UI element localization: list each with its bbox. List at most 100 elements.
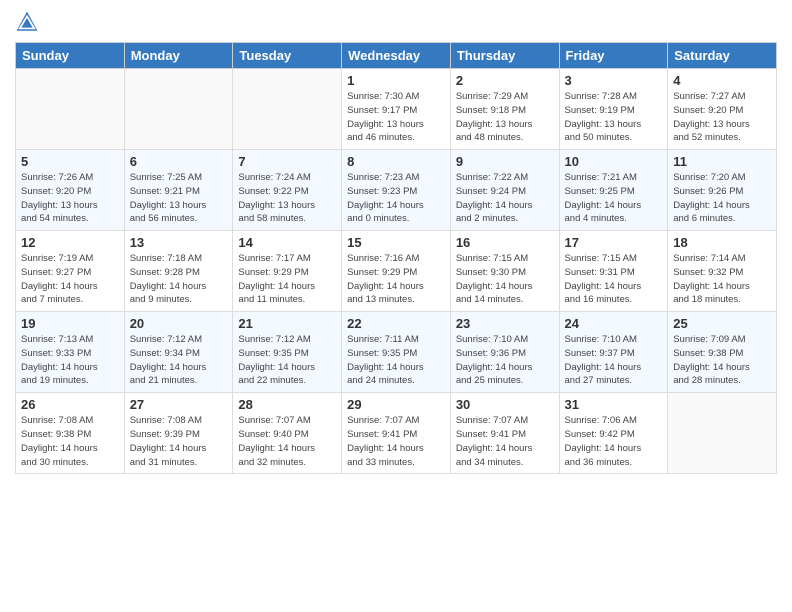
day-info: Sunrise: 7:07 AM Sunset: 9:40 PM Dayligh… (238, 414, 336, 469)
day-info: Sunrise: 7:10 AM Sunset: 9:37 PM Dayligh… (565, 333, 663, 388)
day-number: 1 (347, 73, 445, 88)
day-number: 8 (347, 154, 445, 169)
page: SundayMondayTuesdayWednesdayThursdayFrid… (0, 0, 792, 612)
day-number: 23 (456, 316, 554, 331)
calendar-cell (16, 69, 125, 150)
day-info: Sunrise: 7:20 AM Sunset: 9:26 PM Dayligh… (673, 171, 771, 226)
day-number: 25 (673, 316, 771, 331)
calendar-cell (233, 69, 342, 150)
day-number: 10 (565, 154, 663, 169)
calendar-cell (124, 69, 233, 150)
day-number: 26 (21, 397, 119, 412)
calendar-cell: 9 Sunrise: 7:22 AM Sunset: 9:24 PM Daylig… (450, 150, 559, 231)
calendar-cell: 22 Sunrise: 7:11 AM Sunset: 9:35 PM Dayli… (342, 312, 451, 393)
calendar-cell: 20Sunrise: 7:12 AM Sunset: 9:34 PM Dayli… (124, 312, 233, 393)
day-info: Sunrise: 7:12 AM Sunset: 9:35 PM Dayligh… (238, 333, 336, 388)
day-number: 2 (456, 73, 554, 88)
day-info: Sunrise: 7:25 AM Sunset: 9:21 PM Dayligh… (130, 171, 228, 226)
calendar-week-row: 26Sunrise: 7:08 AM Sunset: 9:38 PM Dayli… (16, 393, 777, 474)
calendar-week-row: 12 Sunrise: 7:19 AM Sunset: 9:27 PM Dayli… (16, 231, 777, 312)
day-number: 28 (238, 397, 336, 412)
calendar-cell: 4 Sunrise: 7:27 AM Sunset: 9:20 PM Daylig… (668, 69, 777, 150)
day-info: Sunrise: 7:15 AM Sunset: 9:31 PM Dayligh… (565, 252, 663, 307)
day-number: 12 (21, 235, 119, 250)
day-info: Sunrise: 7:26 AM Sunset: 9:20 PM Dayligh… (21, 171, 119, 226)
calendar-cell: 2Sunrise: 7:29 AM Sunset: 9:18 PM Daylig… (450, 69, 559, 150)
day-info: Sunrise: 7:11 AM Sunset: 9:35 PM Dayligh… (347, 333, 445, 388)
calendar-week-row: 5 Sunrise: 7:26 AM Sunset: 9:20 PM Daylig… (16, 150, 777, 231)
day-number: 5 (21, 154, 119, 169)
day-info: Sunrise: 7:08 AM Sunset: 9:39 PM Dayligh… (130, 414, 228, 469)
calendar-cell: 29 Sunrise: 7:07 AM Sunset: 9:41 PM Dayli… (342, 393, 451, 474)
calendar-cell: 7Sunrise: 7:24 AM Sunset: 9:22 PM Daylig… (233, 150, 342, 231)
calendar-cell: 21 Sunrise: 7:12 AM Sunset: 9:35 PM Dayli… (233, 312, 342, 393)
day-number: 31 (565, 397, 663, 412)
day-number: 9 (456, 154, 554, 169)
day-info: Sunrise: 7:15 AM Sunset: 9:30 PM Dayligh… (456, 252, 554, 307)
calendar-cell: 27Sunrise: 7:08 AM Sunset: 9:39 PM Dayli… (124, 393, 233, 474)
calendar-cell: 24 Sunrise: 7:10 AM Sunset: 9:37 PM Dayli… (559, 312, 668, 393)
calendar-cell: 16 Sunrise: 7:15 AM Sunset: 9:30 PM Dayli… (450, 231, 559, 312)
day-info: Sunrise: 7:27 AM Sunset: 9:20 PM Dayligh… (673, 90, 771, 145)
header (15, 10, 777, 34)
calendar-cell: 6 Sunrise: 7:25 AM Sunset: 9:21 PM Daylig… (124, 150, 233, 231)
calendar-cell (668, 393, 777, 474)
weekday-header-tuesday: Tuesday (233, 43, 342, 69)
day-info: Sunrise: 7:06 AM Sunset: 9:42 PM Dayligh… (565, 414, 663, 469)
day-number: 19 (21, 316, 119, 331)
day-info: Sunrise: 7:18 AM Sunset: 9:28 PM Dayligh… (130, 252, 228, 307)
calendar-cell: 25Sunrise: 7:09 AM Sunset: 9:38 PM Dayli… (668, 312, 777, 393)
day-number: 15 (347, 235, 445, 250)
weekday-header-friday: Friday (559, 43, 668, 69)
day-number: 4 (673, 73, 771, 88)
day-info: Sunrise: 7:28 AM Sunset: 9:19 PM Dayligh… (565, 90, 663, 145)
calendar-cell: 15Sunrise: 7:16 AM Sunset: 9:29 PM Dayli… (342, 231, 451, 312)
day-number: 29 (347, 397, 445, 412)
day-number: 16 (456, 235, 554, 250)
day-number: 22 (347, 316, 445, 331)
weekday-header-thursday: Thursday (450, 43, 559, 69)
calendar-cell: 30 Sunrise: 7:07 AM Sunset: 9:41 PM Dayli… (450, 393, 559, 474)
day-info: Sunrise: 7:07 AM Sunset: 9:41 PM Dayligh… (347, 414, 445, 469)
day-number: 11 (673, 154, 771, 169)
day-info: Sunrise: 7:30 AM Sunset: 9:17 PM Dayligh… (347, 90, 445, 145)
calendar-cell: 5 Sunrise: 7:26 AM Sunset: 9:20 PM Daylig… (16, 150, 125, 231)
calendar-cell: 8 Sunrise: 7:23 AM Sunset: 9:23 PM Daylig… (342, 150, 451, 231)
day-info: Sunrise: 7:14 AM Sunset: 9:32 PM Dayligh… (673, 252, 771, 307)
calendar-week-row: 1 Sunrise: 7:30 AM Sunset: 9:17 PM Daylig… (16, 69, 777, 150)
weekday-header-monday: Monday (124, 43, 233, 69)
calendar-cell: 11 Sunrise: 7:20 AM Sunset: 9:26 PM Dayli… (668, 150, 777, 231)
calendar-cell: 19Sunrise: 7:13 AM Sunset: 9:33 PM Dayli… (16, 312, 125, 393)
calendar-cell: 18 Sunrise: 7:14 AM Sunset: 9:32 PM Dayli… (668, 231, 777, 312)
weekday-header-row: SundayMondayTuesdayWednesdayThursdayFrid… (16, 43, 777, 69)
calendar-cell: 14 Sunrise: 7:17 AM Sunset: 9:29 PM Dayli… (233, 231, 342, 312)
day-info: Sunrise: 7:22 AM Sunset: 9:24 PM Dayligh… (456, 171, 554, 226)
day-number: 6 (130, 154, 228, 169)
calendar-cell: 3Sunrise: 7:28 AM Sunset: 9:19 PM Daylig… (559, 69, 668, 150)
day-info: Sunrise: 7:10 AM Sunset: 9:36 PM Dayligh… (456, 333, 554, 388)
day-info: Sunrise: 7:12 AM Sunset: 9:34 PM Dayligh… (130, 333, 228, 388)
day-number: 21 (238, 316, 336, 331)
day-number: 30 (456, 397, 554, 412)
day-number: 18 (673, 235, 771, 250)
day-number: 13 (130, 235, 228, 250)
calendar-cell: 31 Sunrise: 7:06 AM Sunset: 9:42 PM Dayli… (559, 393, 668, 474)
day-info: Sunrise: 7:07 AM Sunset: 9:41 PM Dayligh… (456, 414, 554, 469)
day-number: 24 (565, 316, 663, 331)
day-info: Sunrise: 7:23 AM Sunset: 9:23 PM Dayligh… (347, 171, 445, 226)
weekday-header-sunday: Sunday (16, 43, 125, 69)
day-number: 7 (238, 154, 336, 169)
calendar-cell: 17 Sunrise: 7:15 AM Sunset: 9:31 PM Dayli… (559, 231, 668, 312)
calendar-cell: 23 Sunrise: 7:10 AM Sunset: 9:36 PM Dayli… (450, 312, 559, 393)
logo (15, 10, 43, 34)
day-number: 17 (565, 235, 663, 250)
calendar-cell: 1 Sunrise: 7:30 AM Sunset: 9:17 PM Daylig… (342, 69, 451, 150)
calendar-week-row: 19Sunrise: 7:13 AM Sunset: 9:33 PM Dayli… (16, 312, 777, 393)
calendar-cell: 26Sunrise: 7:08 AM Sunset: 9:38 PM Dayli… (16, 393, 125, 474)
calendar-cell: 28 Sunrise: 7:07 AM Sunset: 9:40 PM Dayli… (233, 393, 342, 474)
calendar-cell: 10Sunrise: 7:21 AM Sunset: 9:25 PM Dayli… (559, 150, 668, 231)
day-info: Sunrise: 7:17 AM Sunset: 9:29 PM Dayligh… (238, 252, 336, 307)
day-number: 14 (238, 235, 336, 250)
day-info: Sunrise: 7:19 AM Sunset: 9:27 PM Dayligh… (21, 252, 119, 307)
logo-icon (15, 10, 39, 34)
